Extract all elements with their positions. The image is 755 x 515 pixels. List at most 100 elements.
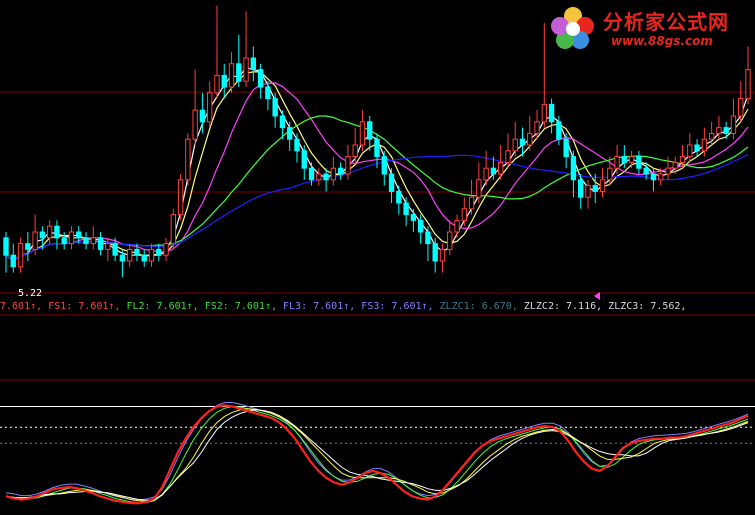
candle-body — [141, 254, 147, 262]
candle-body — [10, 254, 16, 268]
candle-body — [126, 248, 133, 262]
candle-body — [90, 237, 96, 245]
candle-body — [417, 219, 424, 233]
legend-item: FS1: 7.601↑, — [48, 301, 127, 312]
candle-body — [672, 161, 678, 169]
candle-body — [112, 243, 118, 256]
indicator-lag-line — [5, 402, 749, 501]
candle-body — [61, 237, 67, 245]
candle-body — [578, 179, 584, 198]
candle-body — [330, 167, 337, 181]
candle-body — [54, 225, 60, 239]
candle-body — [650, 173, 657, 181]
candle-body — [177, 179, 184, 216]
site-logo: 分析家公式网 www.88gs.com — [547, 4, 747, 52]
candle-body — [388, 173, 395, 192]
candle-body — [687, 144, 693, 158]
candle-body — [403, 202, 409, 216]
candle-body — [694, 144, 700, 152]
candle-body — [556, 121, 562, 140]
legend-item: FS3: 7.601↑, — [361, 301, 440, 312]
candle-body — [607, 167, 613, 181]
candle-body — [374, 138, 380, 158]
candle-body — [279, 115, 286, 129]
candle-body — [359, 121, 366, 146]
candle-body — [236, 63, 242, 82]
candle-body — [352, 144, 358, 158]
candle-body — [396, 190, 402, 204]
candle-body — [628, 156, 635, 163]
candle-body — [512, 138, 518, 152]
candle-body — [614, 156, 620, 169]
candle-body — [46, 225, 53, 239]
ma-line-10 — [5, 82, 749, 262]
candle-body — [265, 86, 271, 100]
logo-url-text: www.88gs.com — [611, 34, 713, 48]
logo-chinese-text: 分析家公式网 — [603, 10, 729, 34]
candle-body — [17, 243, 24, 268]
candle-body — [679, 156, 686, 163]
candle-body — [439, 248, 446, 262]
indicator-legend: 7.601↑, FS1: 7.601↑, FL2: 7.601↑, FS2: 7… — [0, 300, 686, 314]
candle-body — [570, 156, 577, 181]
candle-body — [134, 248, 140, 256]
candle-body — [257, 69, 264, 88]
candle-body — [185, 138, 191, 181]
price-low-label: 5.22 — [18, 288, 43, 299]
candle-body — [447, 231, 453, 250]
candle-body — [323, 173, 329, 181]
candle-body — [505, 150, 511, 163]
candle-body — [425, 231, 431, 245]
candle-body — [68, 231, 75, 245]
candle-body — [170, 214, 176, 245]
candle-body — [221, 74, 227, 88]
candle-body — [119, 254, 126, 262]
candle-body — [548, 103, 555, 123]
candle-body — [497, 161, 504, 175]
candle-body — [665, 167, 671, 175]
candle-body — [39, 231, 46, 239]
candle-body — [207, 92, 213, 123]
candle-body — [432, 243, 438, 262]
candle-body — [316, 173, 322, 181]
candle-body — [636, 156, 642, 169]
candle-body — [32, 231, 38, 250]
candle-body — [738, 98, 744, 117]
legend-item: 7.601↑, — [0, 301, 49, 312]
candle-body — [483, 167, 489, 181]
candle-body — [199, 109, 206, 123]
candle-body — [301, 150, 307, 169]
candle-body — [585, 185, 591, 198]
candle-body — [337, 167, 344, 175]
candle-body — [519, 138, 526, 146]
candle-body — [287, 127, 293, 140]
legend-item: FL3: 7.601↑, — [283, 301, 362, 312]
candle-body — [192, 109, 198, 140]
candle-body — [541, 103, 547, 123]
candle-body — [294, 138, 300, 152]
candle-body — [592, 185, 598, 192]
candle-body — [97, 237, 104, 250]
candle-body — [243, 57, 249, 82]
candle-body — [381, 156, 387, 175]
candle-body — [214, 74, 220, 94]
flower-logo-icon — [551, 7, 594, 49]
candle-body — [76, 231, 82, 239]
legend-item: ZLZC2: 7.116, — [523, 301, 609, 312]
candle-body — [730, 115, 737, 134]
candle-body — [723, 127, 729, 134]
candle-body — [476, 179, 482, 198]
stock-chart — [0, 5, 755, 505]
candle-body — [250, 57, 257, 71]
candle-body — [163, 243, 169, 256]
candle-body — [228, 63, 235, 88]
candle-body — [461, 208, 467, 221]
candle-body — [621, 156, 628, 163]
candle-body — [745, 69, 751, 100]
legend-item: ZLZC3: 7.562, — [608, 301, 687, 312]
candle-body — [490, 167, 497, 175]
candle-body — [658, 173, 664, 181]
indicator-lag-line — [5, 408, 749, 502]
legend-item: FS2: 7.601↑, — [204, 301, 284, 312]
candle-body — [25, 243, 31, 250]
